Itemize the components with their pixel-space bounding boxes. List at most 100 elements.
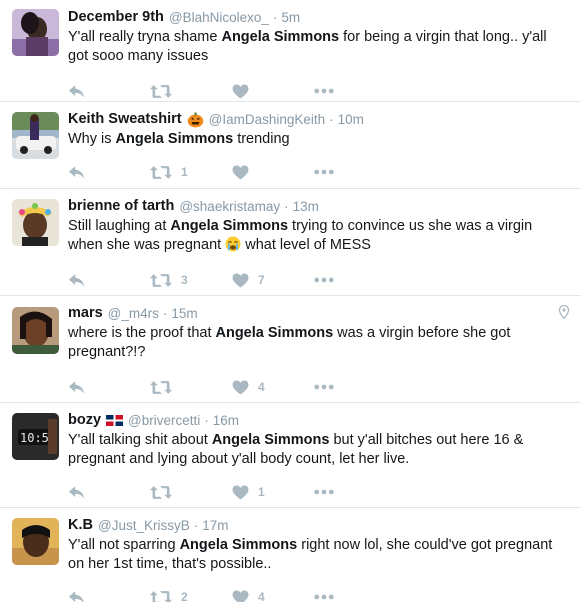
tweet[interactable]: Keith Sweatshirt @IamDashingKeith · 10m … xyxy=(0,102,581,189)
display-name[interactable]: Keith Sweatshirt xyxy=(68,111,182,127)
text-segment: Y'all talking shit about xyxy=(68,432,212,448)
more-button[interactable] xyxy=(314,169,334,175)
heart-icon xyxy=(232,84,249,99)
avatar[interactable]: 10:52 xyxy=(12,413,59,460)
display-name[interactable]: bozy xyxy=(68,412,101,428)
tweet-timeline: December 9th @BlahNicolexo_ · 5m Y'all r… xyxy=(0,0,581,602)
like-button[interactable] xyxy=(232,84,314,99)
retweet-count: 3 xyxy=(181,273,188,287)
tweet[interactable]: December 9th @BlahNicolexo_ · 5m Y'all r… xyxy=(0,0,581,102)
avatar[interactable] xyxy=(12,9,59,56)
highlighted-term: Angela Simmons xyxy=(179,537,298,553)
retweet-button[interactable]: 3 xyxy=(150,273,232,288)
heart-icon xyxy=(232,165,249,180)
separator-dot: · xyxy=(272,9,278,25)
tweet-actions: 4 xyxy=(68,372,567,402)
tweet-actions: 3 7 xyxy=(68,265,567,295)
retweet-button[interactable] xyxy=(150,84,232,99)
tweet[interactable]: mars @_m4rs · 15m where is the proof tha… xyxy=(0,296,581,403)
retweet-count: 2 xyxy=(181,590,188,602)
tweet-header: bozy @brivercetti · 16m xyxy=(68,410,567,430)
more-dots-icon xyxy=(314,169,334,175)
reply-icon xyxy=(68,84,86,99)
retweet-button[interactable]: 2 xyxy=(150,590,232,602)
more-dots-icon xyxy=(314,384,334,390)
reply-icon xyxy=(68,380,86,395)
retweet-icon xyxy=(150,84,172,99)
username[interactable]: @_m4rs xyxy=(108,306,159,321)
separator-dot: · xyxy=(162,305,168,321)
more-button[interactable] xyxy=(314,489,334,495)
more-dots-icon xyxy=(314,594,334,600)
avatar[interactable] xyxy=(12,199,59,246)
highlighted-term: Angela Simmons xyxy=(170,218,289,234)
retweet-count: 1 xyxy=(181,165,188,179)
more-dots-icon xyxy=(314,88,334,94)
tweet[interactable]: brienne of tarth @shaekristamay · 13m St… xyxy=(0,189,581,296)
avatar[interactable] xyxy=(12,307,59,354)
tweet-header: brienne of tarth @shaekristamay · 13m xyxy=(68,196,567,216)
reply-button[interactable] xyxy=(68,485,150,500)
more-dots-icon xyxy=(314,277,334,283)
separator-dot: · xyxy=(329,111,334,127)
like-button[interactable]: 1 xyxy=(232,485,314,500)
username[interactable]: @Just_KrissyB xyxy=(98,518,190,533)
tweet-header: K.B @Just_KrissyB · 17m xyxy=(68,515,567,535)
heart-icon xyxy=(232,590,249,602)
highlighted-term: Angela Simmons xyxy=(211,432,330,448)
more-dots-icon xyxy=(314,489,334,495)
reply-button[interactable] xyxy=(68,84,150,99)
tweet-text: Y'all not sparring Angela Simmons right … xyxy=(68,536,567,574)
more-button[interactable] xyxy=(314,384,334,390)
reply-button[interactable] xyxy=(68,273,150,288)
like-button[interactable]: 7 xyxy=(232,273,314,288)
location-pin-icon[interactable] xyxy=(558,304,570,324)
retweet-icon xyxy=(150,485,172,500)
like-count: 7 xyxy=(258,273,265,287)
like-button[interactable] xyxy=(232,165,314,180)
tweet[interactable]: K.B @Just_KrissyB · 17m Y'all not sparri… xyxy=(0,508,581,602)
avatar[interactable] xyxy=(12,518,59,565)
display-name[interactable]: December 9th xyxy=(68,9,164,25)
text-segment: Why is xyxy=(68,131,116,147)
tweet-header: Keith Sweatshirt @IamDashingKeith · 10m xyxy=(68,109,567,129)
display-name[interactable]: mars xyxy=(68,305,103,321)
dominican-republic-flag-icon xyxy=(106,412,124,429)
like-button[interactable]: 4 xyxy=(232,590,314,602)
text-segment: Still laughing at xyxy=(68,218,171,234)
reply-icon xyxy=(68,485,86,500)
reply-button[interactable] xyxy=(68,380,150,395)
tweet[interactable]: 10:52 bozy @brivercetti · 16m Y'all talk… xyxy=(0,403,581,508)
timestamp[interactable]: 5m xyxy=(281,10,300,25)
reply-button[interactable] xyxy=(68,590,150,602)
display-name[interactable]: K.B xyxy=(68,517,93,533)
retweet-button[interactable] xyxy=(150,380,232,395)
avatar[interactable] xyxy=(12,112,59,159)
reply-button[interactable] xyxy=(68,165,150,180)
timestamp[interactable]: 13m xyxy=(293,199,319,214)
more-button[interactable] xyxy=(314,277,334,283)
highlighted-term: Angela Simmons xyxy=(215,325,334,341)
retweet-icon xyxy=(150,380,172,395)
retweet-button[interactable]: 1 xyxy=(150,165,232,180)
more-button[interactable] xyxy=(314,594,334,600)
like-count: 4 xyxy=(258,590,265,602)
highlighted-term: Angela Simmons xyxy=(221,29,340,45)
separator-dot: · xyxy=(193,517,199,533)
timestamp[interactable]: 15m xyxy=(171,306,197,321)
username[interactable]: @brivercetti xyxy=(128,413,200,428)
timestamp[interactable]: 16m xyxy=(213,413,239,428)
username[interactable]: @shaekristamay xyxy=(179,199,280,214)
more-button[interactable] xyxy=(314,88,334,94)
like-button[interactable]: 4 xyxy=(232,380,314,395)
timestamp[interactable]: 10m xyxy=(338,112,364,127)
username[interactable]: @IamDashingKeith xyxy=(209,112,326,127)
username[interactable]: @BlahNicolexo_ xyxy=(169,10,269,25)
tweet-text: where is the proof that Angela Simmons w… xyxy=(68,324,567,362)
tweet-actions: 1 xyxy=(68,157,567,187)
retweet-button[interactable] xyxy=(150,485,232,500)
timestamp[interactable]: 17m xyxy=(202,518,228,533)
tweet-text: Why is Angela Simmons trending xyxy=(68,130,567,149)
display-name[interactable]: brienne of tarth xyxy=(68,198,174,214)
like-count: 4 xyxy=(258,380,265,394)
